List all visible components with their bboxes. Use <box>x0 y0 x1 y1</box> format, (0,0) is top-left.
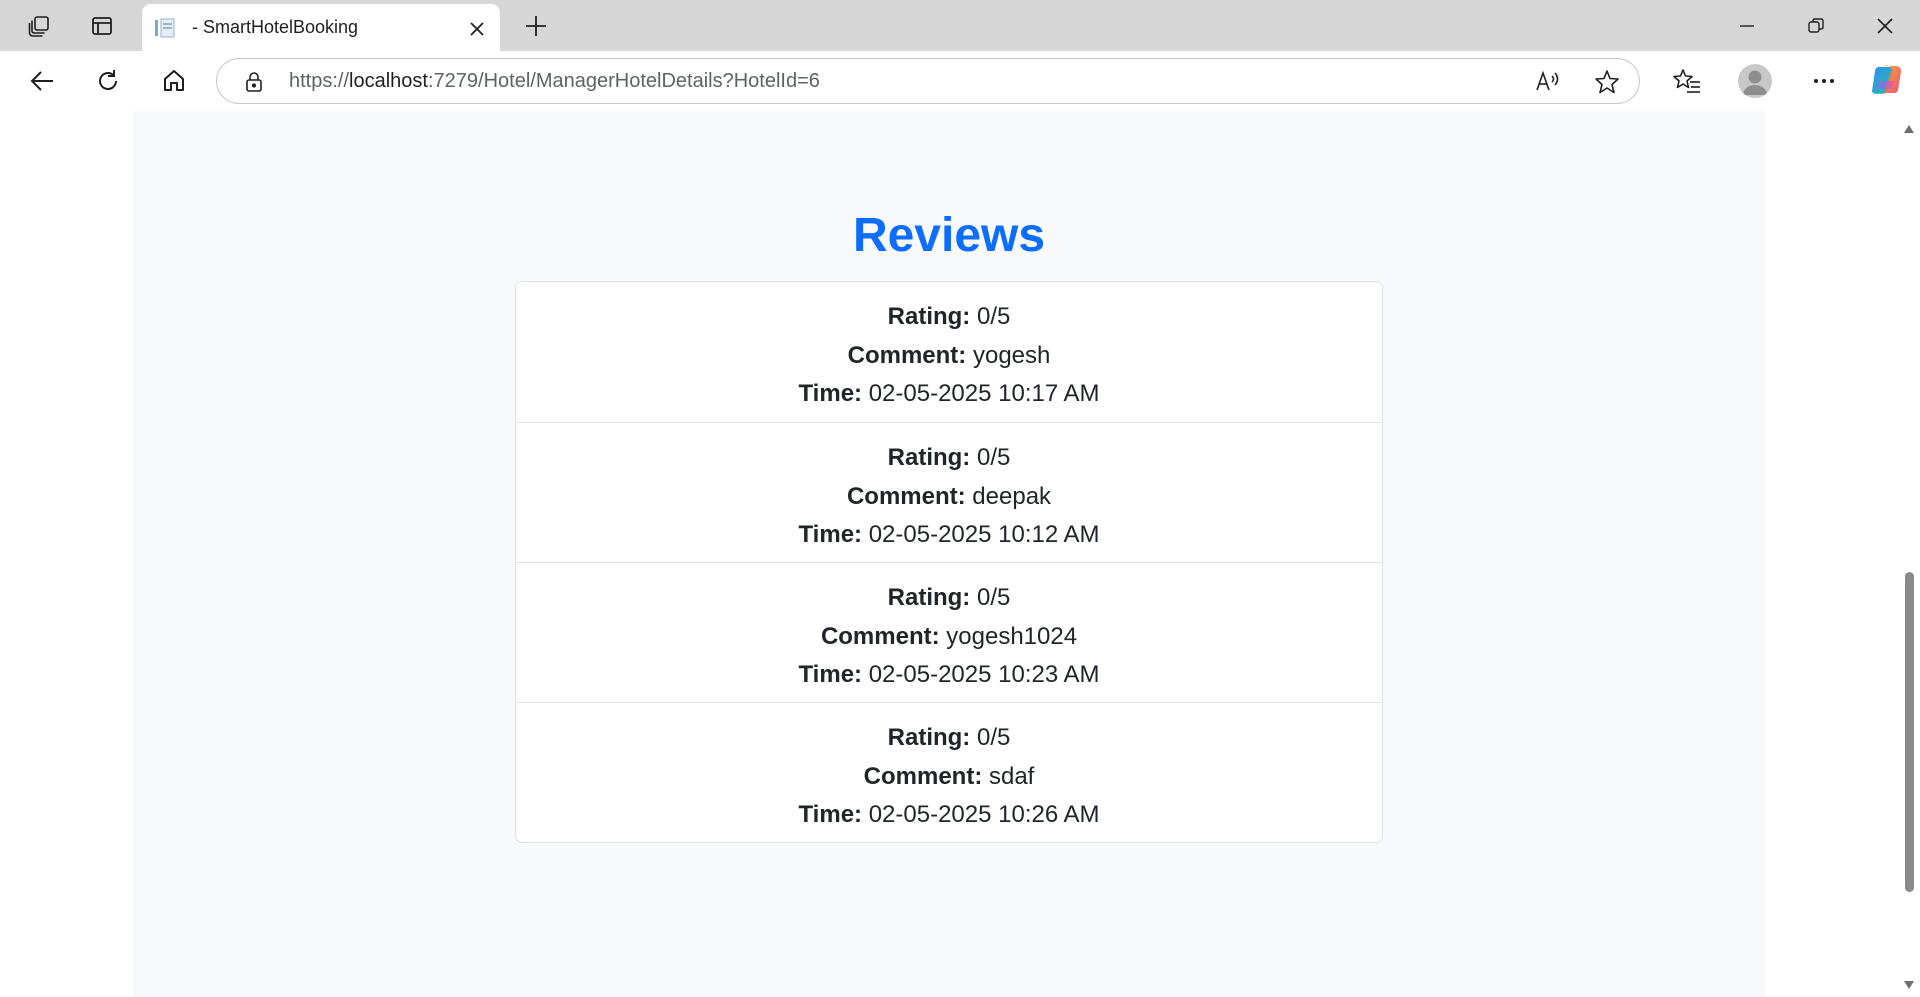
read-aloud-icon[interactable] <box>1533 67 1563 97</box>
time-value: 02-05-2025 10:17 AM <box>868 380 1100 407</box>
review-comment: Comment: yogesh <box>516 337 1382 376</box>
scrollbar-thumb[interactable] <box>1905 572 1914 892</box>
page-favicon-icon <box>154 17 178 39</box>
review-time: Time: 02-05-2025 10:17 AM <box>516 375 1382 414</box>
review-item: Rating: 0/5 Comment: yogesh1024 Time: 02… <box>516 562 1382 702</box>
comment-label: Comment: <box>820 622 940 650</box>
home-icon[interactable] <box>156 63 192 99</box>
rating-label: Rating: <box>887 303 971 330</box>
tab-title: - SmartHotelBooking <box>192 17 359 37</box>
review-item: Rating: 0/5 Comment: deepak Time: 02-05-… <box>516 422 1382 562</box>
rating-value: 0/5 <box>976 444 1011 471</box>
minimize-window-icon[interactable] <box>1712 0 1782 51</box>
new-tab-icon[interactable] <box>520 10 552 42</box>
copilot-icon[interactable] <box>1870 63 1904 97</box>
rating-label: Rating: <box>887 724 971 751</box>
review-comment: Comment: deepak <box>516 478 1382 517</box>
review-time: Time: 02-05-2025 10:23 AM <box>516 656 1382 695</box>
tab-actions-icon[interactable] <box>87 11 117 41</box>
review-rating: Rating: 0/5 <box>516 298 1382 337</box>
comment-value: yogesh1024 <box>946 622 1078 650</box>
time-label: Time: <box>798 521 863 548</box>
url-scheme: https:// <box>289 70 350 92</box>
scroll-down-arrow-icon[interactable] <box>1903 977 1915 995</box>
vertical-scrollbar[interactable] <box>1898 111 1920 997</box>
rating-value: 0/5 <box>976 724 1011 751</box>
favorites-icon[interactable] <box>1669 63 1705 99</box>
rating-value: 0/5 <box>976 584 1011 611</box>
time-value: 02-05-2025 10:23 AM <box>868 661 1100 688</box>
active-tab[interactable]: - SmartHotelBooking <box>142 4 500 51</box>
favorite-star-icon[interactable] <box>1592 67 1622 97</box>
restore-window-icon[interactable] <box>1781 0 1851 51</box>
review-comment: Comment: yogesh1024 <box>516 618 1382 657</box>
time-label: Time: <box>798 380 863 407</box>
lock-icon[interactable] <box>243 71 265 93</box>
reviews-heading: Reviews <box>852 209 1046 262</box>
review-time: Time: 02-05-2025 10:12 AM <box>516 516 1382 555</box>
time-label: Time: <box>798 801 863 828</box>
page-viewport: Reviews Rating: 0/5 Comment: yogesh Time… <box>0 111 1898 997</box>
back-arrow-icon[interactable] <box>24 63 60 99</box>
url-text[interactable]: https://localhost:7279/Hotel/ManagerHote… <box>289 70 820 93</box>
workspaces-icon[interactable] <box>24 11 54 41</box>
review-rating: Rating: 0/5 <box>516 719 1382 758</box>
close-window-icon[interactable] <box>1850 0 1920 51</box>
url-host: localhost <box>349 70 428 92</box>
time-value: 02-05-2025 10:12 AM <box>868 521 1100 548</box>
rating-label: Rating: <box>887 584 971 611</box>
review-item: Rating: 0/5 Comment: yogesh Time: 02-05-… <box>516 282 1382 422</box>
review-time: Time: 02-05-2025 10:26 AM <box>516 796 1382 835</box>
comment-label: Comment: <box>863 762 983 790</box>
review-item: Rating: 0/5 Comment: sdaf Time: 02-05-20… <box>516 702 1382 842</box>
tab-strip: - SmartHotelBooking <box>0 0 1920 51</box>
scroll-up-arrow-icon[interactable] <box>1903 121 1915 139</box>
more-options-icon[interactable] <box>1806 63 1842 99</box>
url-path: :7279/Hotel/ManagerHotelDetails?HotelId=… <box>427 70 820 92</box>
comment-value: deepak <box>972 482 1052 510</box>
comment-label: Comment: <box>847 341 967 369</box>
review-comment: Comment: sdaf <box>516 758 1382 797</box>
rating-label: Rating: <box>887 444 971 471</box>
time-label: Time: <box>798 661 863 688</box>
review-rating: Rating: 0/5 <box>516 579 1382 618</box>
time-value: 02-05-2025 10:26 AM <box>868 801 1100 828</box>
review-rating: Rating: 0/5 <box>516 439 1382 478</box>
profile-avatar-icon[interactable] <box>1738 64 1772 98</box>
reviews-list: Rating: 0/5 Comment: yogesh Time: 02-05-… <box>515 281 1383 843</box>
comment-label: Comment: <box>846 482 966 510</box>
close-tab-icon[interactable] <box>464 16 490 42</box>
comment-value: yogesh <box>972 341 1051 369</box>
address-bar[interactable]: https://localhost:7279/Hotel/ManagerHote… <box>216 58 1640 104</box>
refresh-icon[interactable] <box>90 63 126 99</box>
rating-value: 0/5 <box>976 303 1011 330</box>
comment-value: sdaf <box>988 762 1035 790</box>
browser-toolbar: https://localhost:7279/Hotel/ManagerHote… <box>0 51 1920 111</box>
